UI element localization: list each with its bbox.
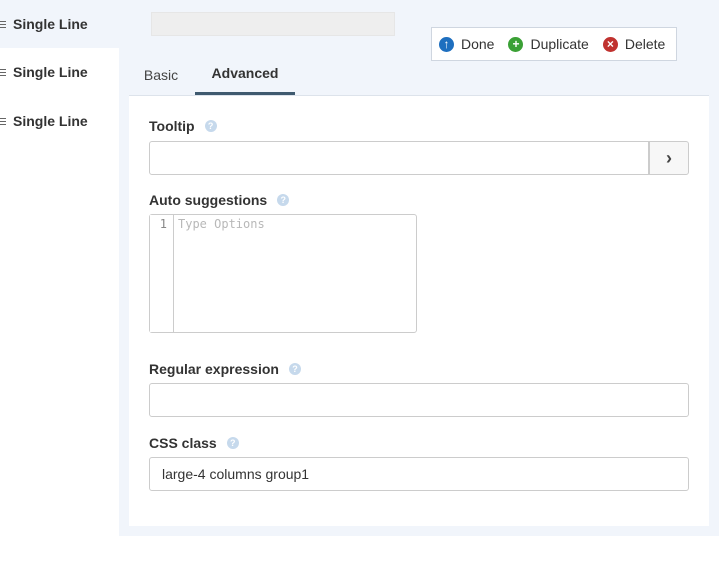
auto-suggestions-editor[interactable]: 1 Type Options (149, 214, 417, 333)
help-icon[interactable]: ? (288, 363, 301, 375)
css-class-input[interactable]: large-4 columns group1 (149, 457, 689, 491)
duplicate-button[interactable]: + Duplicate (508, 36, 589, 52)
help-icon[interactable]: ? (204, 120, 217, 132)
regex-input[interactable] (149, 383, 689, 417)
field-editor: ↑ Done + Duplicate × Delete Basic Advanc… (119, 0, 719, 536)
css-class-label-row: CSS class ? (149, 435, 239, 451)
duplicate-label: Duplicate (530, 36, 589, 52)
tab-advanced[interactable]: Advanced (195, 54, 295, 95)
help-icon[interactable]: ? (277, 194, 290, 206)
drag-handle-icon[interactable] (0, 69, 6, 76)
drag-handle-icon[interactable] (0, 118, 6, 125)
delete-label: Delete (624, 36, 666, 52)
done-button[interactable]: ↑ Done (439, 36, 494, 52)
auto-suggestions-placeholder: Type Options (178, 217, 265, 231)
field-item-label: Single Line (13, 113, 88, 129)
tooltip-expand-button[interactable]: › (649, 141, 689, 175)
line-number-gutter: 1 (150, 215, 174, 332)
arrow-up-icon: ↑ (439, 36, 454, 52)
tooltip-label-row: Tooltip ? (149, 118, 217, 134)
close-icon: × (602, 36, 618, 52)
delete-button[interactable]: × Delete (602, 36, 666, 52)
tooltip-input[interactable] (149, 141, 649, 175)
field-item-single-line-1[interactable]: Single Line (0, 0, 119, 48)
done-label: Done (461, 36, 495, 52)
auto-suggestions-label: Auto suggestions (149, 192, 268, 208)
css-class-label: CSS class (149, 435, 217, 451)
tab-basic[interactable]: Basic (129, 54, 193, 95)
tab-bar: Basic Advanced (129, 54, 719, 96)
auto-suggestions-label-row: Auto suggestions ? (149, 192, 290, 208)
plus-icon: + (508, 36, 524, 52)
tooltip-label: Tooltip (149, 118, 195, 134)
field-item-label: Single Line (13, 16, 88, 32)
field-item-label: Single Line (13, 64, 88, 80)
field-name-input[interactable] (151, 12, 395, 36)
regex-label: Regular expression (149, 361, 279, 377)
field-list: Single Line Single Line Single Line (0, 0, 119, 561)
field-item-single-line-2[interactable]: Single Line (0, 48, 119, 96)
field-item-single-line-3[interactable]: Single Line (0, 97, 119, 145)
help-icon[interactable]: ? (226, 437, 239, 449)
advanced-panel: Tooltip ? › Auto suggestions ? 1 Type Op… (129, 95, 709, 526)
regex-label-row: Regular expression ? (149, 361, 301, 377)
drag-handle-icon[interactable] (0, 21, 6, 28)
